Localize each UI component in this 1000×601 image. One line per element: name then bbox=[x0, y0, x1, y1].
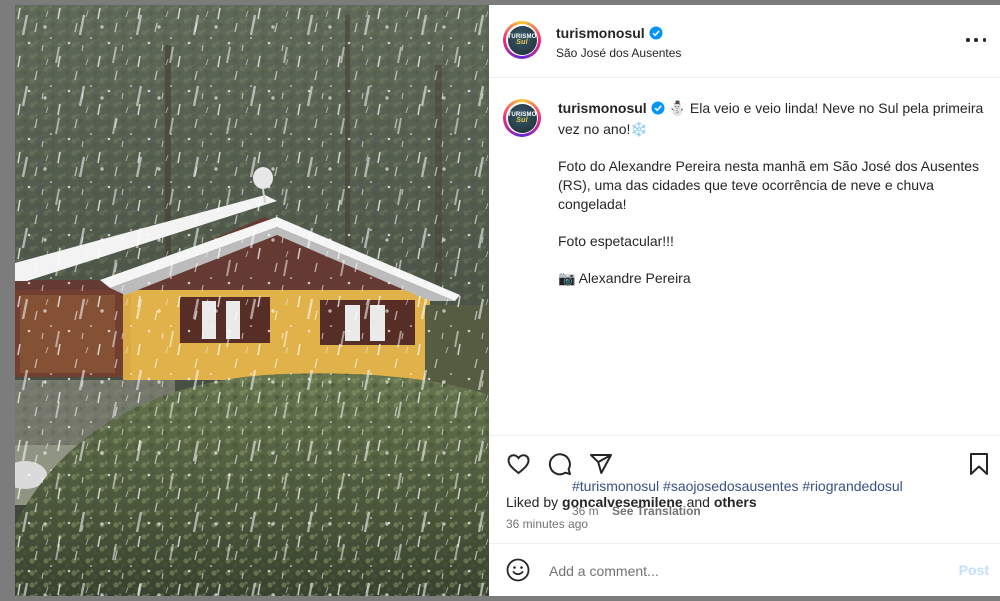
caption-text: turismonosul ⛄ Ela veio e veio linda! Ne… bbox=[558, 99, 998, 306]
post-timestamp[interactable]: 36 minutes ago bbox=[506, 517, 588, 531]
snowy-house-image bbox=[15, 5, 489, 596]
bookmark-icon bbox=[970, 453, 988, 475]
header-username[interactable]: turismonosul bbox=[556, 25, 645, 41]
emoji-icon bbox=[506, 558, 530, 582]
avatar-text-bottom: Sul bbox=[516, 117, 528, 124]
liked-by-user[interactable]: goncalvesemilene bbox=[562, 494, 683, 510]
post-header: TURISMO Sul turismonosul São José dos Au… bbox=[489, 5, 1000, 78]
liked-by-and: and bbox=[686, 494, 710, 510]
camera-emoji: 📷 bbox=[558, 270, 576, 286]
liked-by-others[interactable]: others bbox=[714, 494, 757, 510]
verified-icon bbox=[651, 101, 665, 120]
snowman-emoji: ⛄ bbox=[668, 100, 686, 116]
header-location[interactable]: São José dos Ausentes bbox=[556, 46, 681, 60]
avatar-text-bottom: Sul bbox=[516, 39, 528, 46]
emoji-button[interactable] bbox=[506, 558, 530, 587]
comment-input[interactable] bbox=[547, 558, 931, 584]
post-photo[interactable] bbox=[15, 5, 489, 596]
caption-line-3: Foto espetacular!!! bbox=[558, 233, 674, 249]
caption-line-4: Alexandre Pereira bbox=[578, 270, 691, 286]
post-comment-button[interactable]: Post bbox=[959, 562, 989, 578]
more-icon bbox=[966, 38, 970, 42]
share-button[interactable] bbox=[589, 452, 613, 481]
liked-by-prefix: Liked by bbox=[506, 494, 559, 510]
snowflake-emoji: ❄️ bbox=[630, 121, 648, 137]
comment-icon bbox=[548, 453, 571, 476]
share-icon bbox=[590, 454, 612, 474]
save-button[interactable] bbox=[968, 452, 990, 481]
caption-avatar[interactable]: TURISMO Sul bbox=[503, 99, 541, 137]
post-detail-panel: TURISMO Sul turismonosul São José dos Au… bbox=[489, 5, 1000, 596]
avatar[interactable]: TURISMO Sul bbox=[503, 21, 541, 59]
caption-line-2: Foto do Alexandre Pereira nesta manhã em… bbox=[558, 158, 980, 212]
heart-icon bbox=[507, 454, 530, 475]
caption-username[interactable]: turismonosul bbox=[558, 100, 647, 116]
comment-bar: Post bbox=[489, 543, 1000, 597]
liked-by: Liked by goncalvesemilene and others bbox=[506, 494, 757, 510]
like-button[interactable] bbox=[506, 452, 531, 481]
verified-icon bbox=[649, 26, 663, 45]
more-options-button[interactable] bbox=[966, 35, 986, 45]
comment-button[interactable] bbox=[548, 452, 572, 481]
